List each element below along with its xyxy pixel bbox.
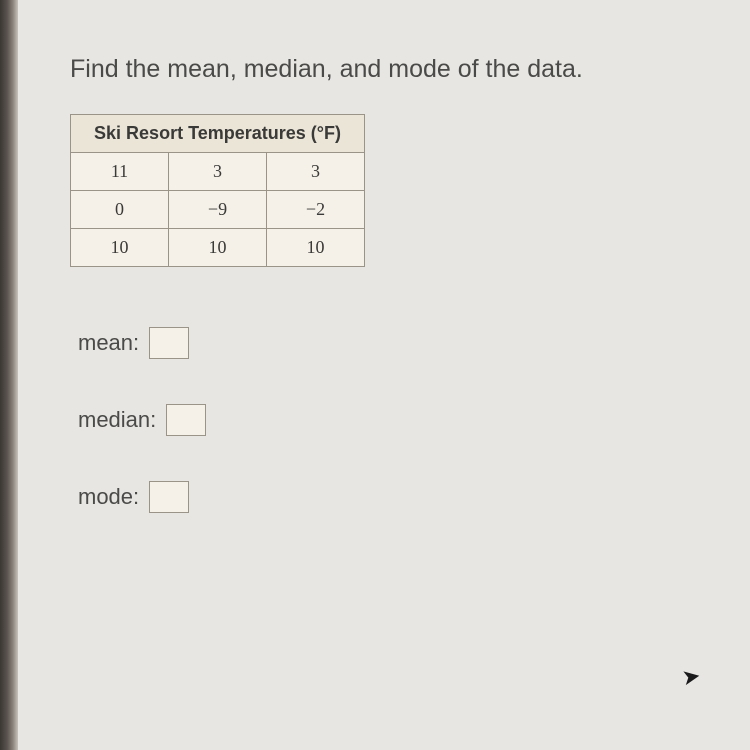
- table-row: 10 10 10: [71, 229, 365, 267]
- mean-label: mean:: [78, 330, 139, 356]
- mean-input[interactable]: [149, 327, 189, 359]
- cursor-icon: ➤: [679, 663, 702, 692]
- table-cell: 0: [71, 191, 169, 229]
- page-edge-shadow: [0, 0, 18, 750]
- mode-input[interactable]: [149, 481, 189, 513]
- table-cell: 10: [71, 229, 169, 267]
- mean-row: mean:: [78, 327, 710, 359]
- data-table: Ski Resort Temperatures (°F) 11 3 3 0 −9…: [70, 114, 365, 267]
- median-label: median:: [78, 407, 156, 433]
- table-cell: 11: [71, 153, 169, 191]
- table-cell: 3: [169, 153, 267, 191]
- question-prompt: Find the mean, median, and mode of the d…: [70, 55, 710, 84]
- median-input[interactable]: [166, 404, 206, 436]
- table-cell: 3: [267, 153, 365, 191]
- table-header: Ski Resort Temperatures (°F): [71, 115, 365, 153]
- mode-row: mode:: [78, 481, 710, 513]
- table-cell: −2: [267, 191, 365, 229]
- table-cell: 10: [169, 229, 267, 267]
- table-row: 11 3 3: [71, 153, 365, 191]
- main-content: Find the mean, median, and mode of the d…: [0, 0, 750, 598]
- table-cell: 10: [267, 229, 365, 267]
- table-row: 0 −9 −2: [71, 191, 365, 229]
- mode-label: mode:: [78, 484, 139, 510]
- median-row: median:: [78, 404, 710, 436]
- table-cell: −9: [169, 191, 267, 229]
